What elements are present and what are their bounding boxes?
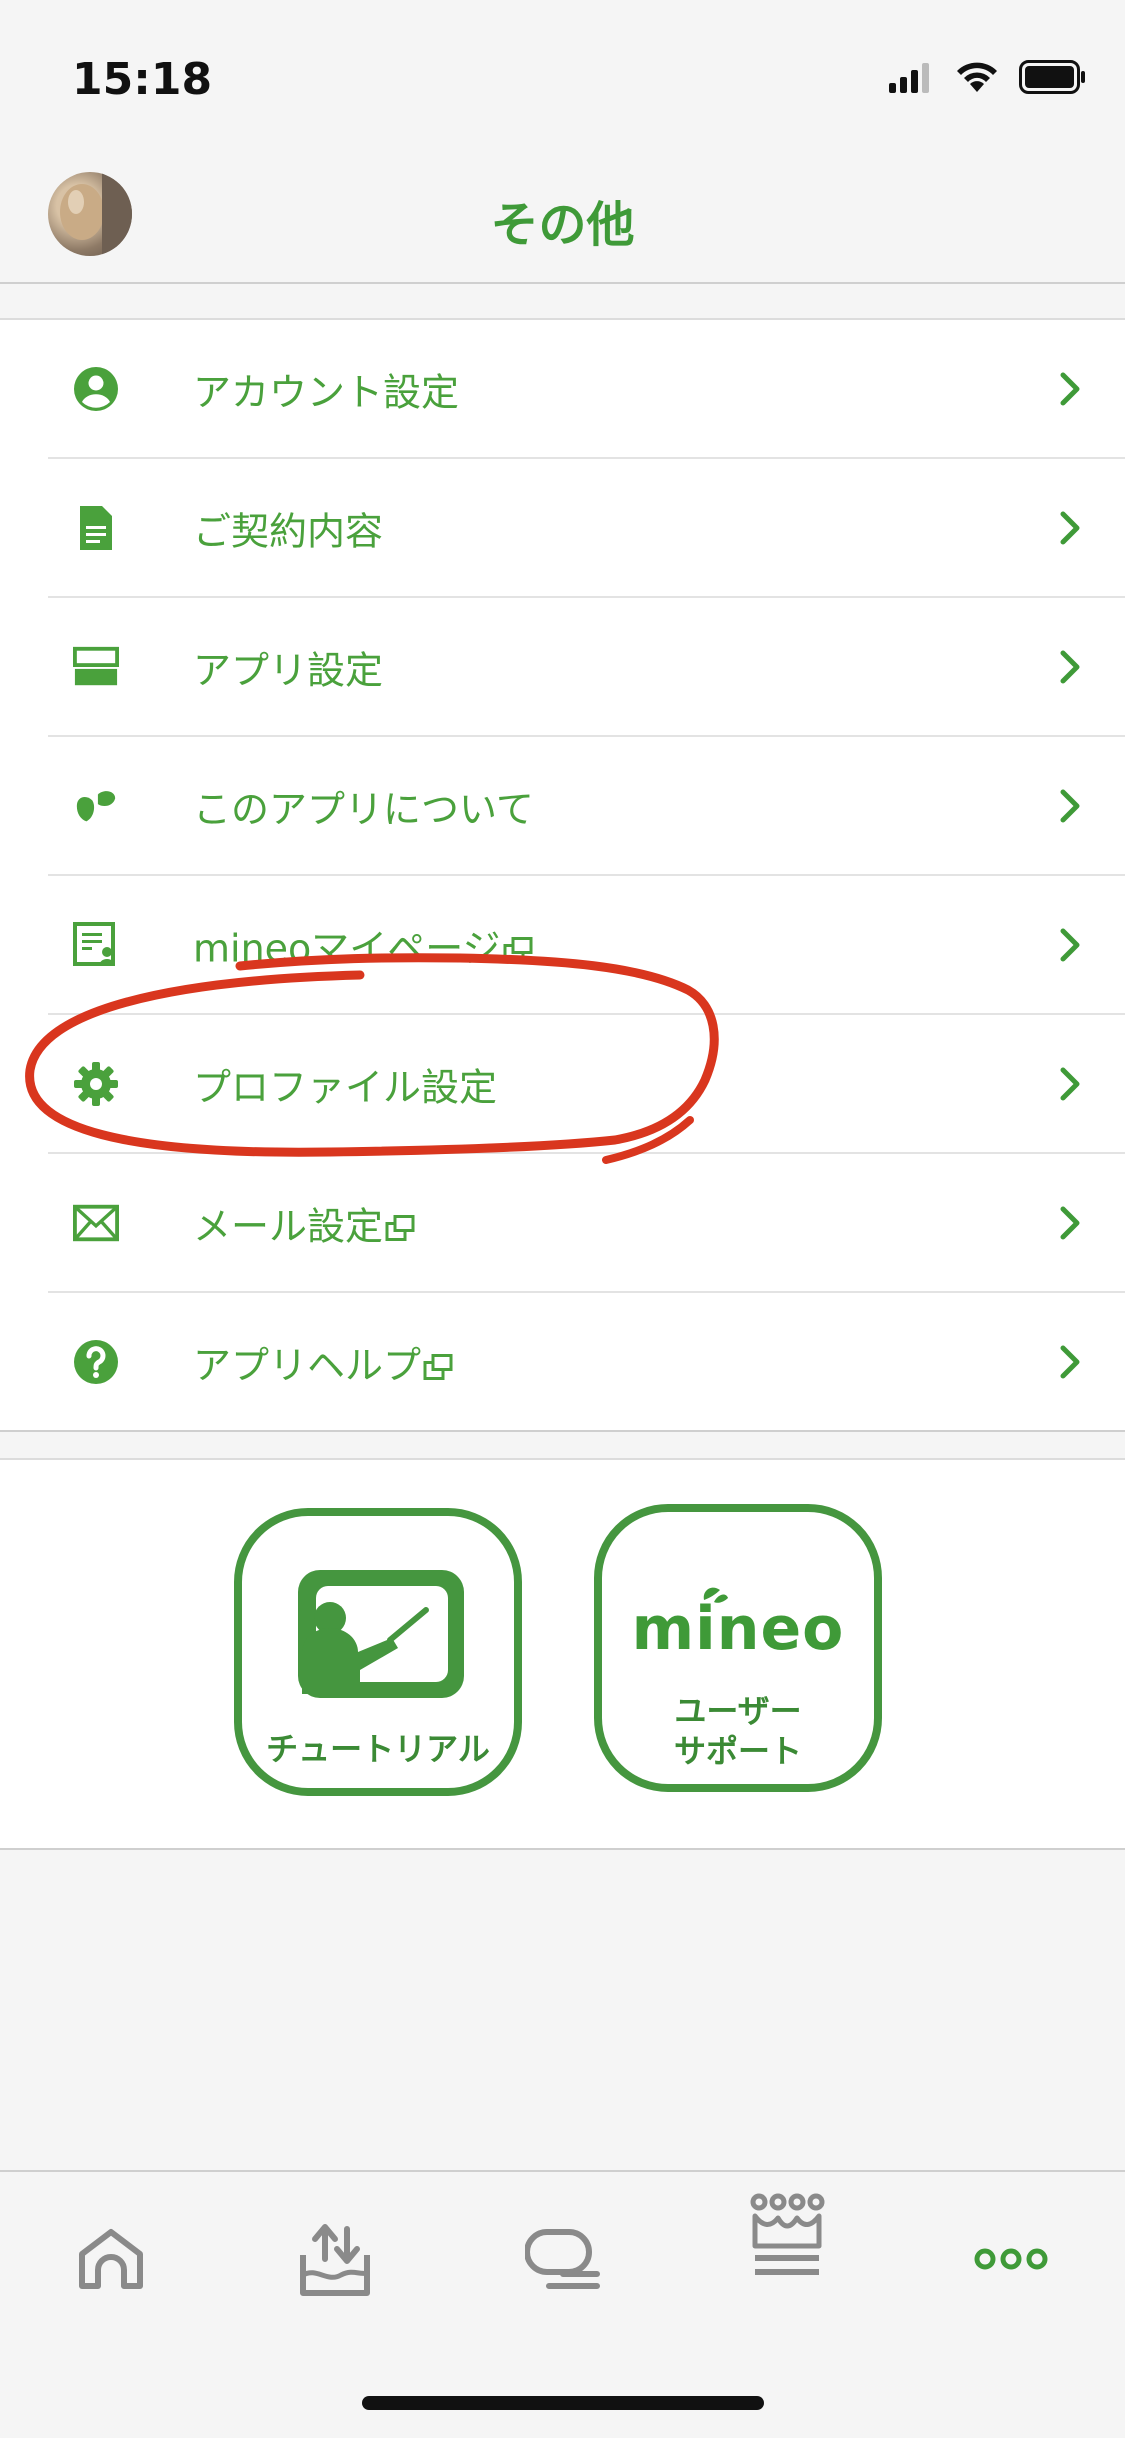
external-link-icon	[385, 1215, 415, 1241]
chevron-right-icon	[1060, 372, 1080, 405]
app-settings-icon	[73, 644, 119, 690]
tab-chat[interactable]	[518, 2214, 608, 2304]
more-icon	[974, 2248, 1048, 2270]
battery-icon	[1019, 60, 1085, 94]
menu-item-profile-settings[interactable]: プロファイル設定	[48, 1015, 1125, 1154]
tab-home[interactable]	[66, 2214, 156, 2304]
account-icon	[73, 366, 119, 412]
tab-data-transfer[interactable]	[290, 2214, 380, 2304]
chevron-right-icon	[1060, 1067, 1080, 1100]
tutorial-button[interactable]: チュートリアル	[234, 1508, 522, 1796]
chevron-right-icon	[1060, 1345, 1080, 1378]
menu-item-label-text: mineoマイページ	[193, 926, 501, 970]
menu-item-label: mineoマイページ	[193, 917, 533, 972]
chevron-right-icon	[1060, 511, 1080, 544]
mineo-logo: mineo	[631, 1594, 845, 1664]
shortcut-tiles: チュートリアル mineo ユーザー サポート	[0, 1458, 1125, 1850]
menu-item-account-settings[interactable]: アカウント設定	[48, 320, 1125, 459]
crown-icon	[750, 2193, 825, 2275]
status-time: 15:18	[72, 54, 213, 105]
menu-item-about-app[interactable]: このアプリについて	[48, 737, 1125, 876]
user-support-button[interactable]: mineo ユーザー サポート	[594, 1504, 882, 1792]
mypage-icon	[73, 921, 119, 968]
home-icon	[79, 2229, 143, 2289]
chat-icon	[525, 2229, 600, 2289]
menu-item-mineo-mypage[interactable]: mineoマイページ	[48, 876, 1125, 1015]
menu-item-app-help[interactable]: アプリヘルプ	[48, 1293, 1125, 1430]
external-link-icon	[503, 937, 533, 963]
page-title: その他	[490, 197, 635, 253]
gear-icon	[73, 1061, 119, 1107]
chevron-right-icon	[1060, 789, 1080, 822]
menu-item-label-text: メール設定	[193, 1204, 384, 1248]
menu-item-contract[interactable]: ご契約内容	[48, 459, 1125, 598]
wifi-icon	[957, 62, 997, 92]
menu-item-mail-settings[interactable]: メール設定	[48, 1154, 1125, 1293]
tutorial-icon	[298, 1570, 464, 1698]
menu-item-label: メール設定	[193, 1195, 415, 1250]
menu-item-label-text: アプリヘルプ	[193, 1343, 422, 1387]
status-icons	[889, 60, 1087, 94]
home-indicator	[362, 2396, 764, 2410]
menu-item-label: このアプリについて	[193, 787, 534, 831]
about-app-icon	[73, 783, 119, 829]
chevron-right-icon	[1060, 1206, 1080, 1239]
menu-item-label: アプリヘルプ	[193, 1334, 453, 1389]
data-transfer-icon	[300, 2224, 370, 2296]
chevron-right-icon	[1060, 650, 1080, 683]
mail-icon	[73, 1200, 119, 1246]
menu-item-label: ご契約内容	[193, 509, 384, 553]
tab-more[interactable]	[966, 2214, 1056, 2304]
chevron-right-icon	[1060, 928, 1080, 961]
tutorial-label: チュートリアル	[266, 1730, 490, 1768]
menu-item-label: アプリ設定	[193, 648, 384, 692]
menu-item-label: プロファイル設定	[193, 1065, 498, 1109]
tab-ranking[interactable]	[742, 2192, 832, 2282]
support-label-line2: サポート	[673, 1732, 802, 1770]
settings-menu: アカウント設定 ご契約内容 アプリ設定 このアプリについて mineoマイページ	[0, 318, 1125, 1432]
menu-item-app-settings[interactable]: アプリ設定	[48, 598, 1125, 737]
cellular-signal-icon	[889, 63, 929, 93]
help-icon	[73, 1339, 119, 1385]
contract-icon	[73, 505, 119, 551]
menu-item-label: アカウント設定	[193, 370, 460, 414]
status-bar: 15:18	[0, 0, 1125, 140]
external-link-icon	[423, 1354, 453, 1380]
